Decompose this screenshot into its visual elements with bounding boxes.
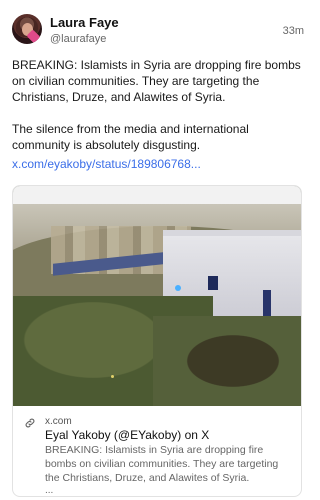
globe-icon [175,285,181,291]
post-paragraph: BREAKING: Islamists in Syria are droppin… [12,58,301,104]
post-body: BREAKING: Islamists in Syria are droppin… [12,57,304,169]
media-window [208,276,218,290]
media-shrubs [153,316,301,406]
author-block[interactable]: Laura Faye @laurafaye [50,15,119,47]
media-window [263,290,271,316]
preview-domain: x.com [45,416,72,427]
avatar[interactable] [12,14,42,44]
preview-info[interactable]: x.com Eyal Yakoby (@EYakoby) on X BREAKI… [13,406,301,496]
author-name[interactable]: Laura Faye [50,15,119,31]
link-icon [25,418,35,428]
author-handle[interactable]: @laurafaye [50,31,119,47]
preview-description: BREAKING: Islamists in Syria are droppin… [45,444,279,484]
post: Laura Faye @laurafaye 33m BREAKING: Isla… [0,0,314,500]
watermark [163,285,193,303]
preview-video-thumbnail[interactable] [13,186,301,406]
media-top-band [13,186,301,204]
preview-ellipsis: ... [45,485,54,496]
media-light [111,375,114,378]
post-paragraph: The silence from the media and internati… [12,122,249,152]
link-preview-card[interactable]: x.com Eyal Yakoby (@EYakoby) on X BREAKI… [12,185,302,497]
preview-title[interactable]: Eyal Yakoby (@EYakoby) on X [45,428,291,443]
post-timestamp: 33m [282,25,304,37]
post-link[interactable]: x.com/eyakoby/status/189806768... [12,157,201,171]
